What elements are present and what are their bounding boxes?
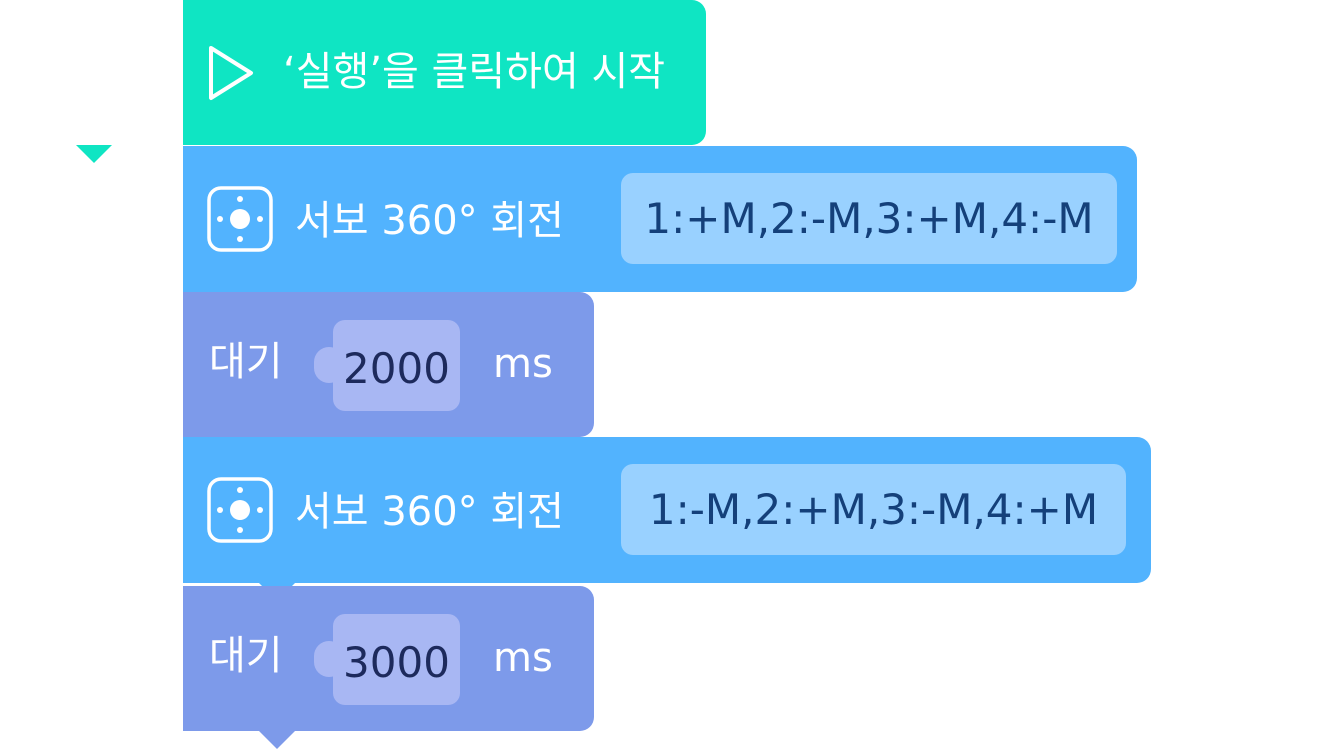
play-icon <box>207 44 255 106</box>
servo-rotate-block[interactable]: 서보 360° 회전 1:+M,2:-M,3:+M,4:-M <box>183 146 1137 310</box>
wait-unit-label: ms <box>493 341 553 387</box>
servo-block-label: 서보 360° 회전 <box>295 198 564 244</box>
servo-direction-field[interactable]: 1:+M,2:-M,3:+M,4:-M <box>621 173 1117 264</box>
servo-icon <box>207 186 273 256</box>
wait-duration-field[interactable]: 3000 <box>333 614 460 705</box>
wait-block-label: 대기 <box>209 633 283 679</box>
wait-block[interactable]: 대기 2000 ms <box>183 292 594 455</box>
servo-direction-field[interactable]: 1:-M,2:+M,3:-M,4:+M <box>621 464 1126 555</box>
wait-duration-field[interactable]: 2000 <box>333 320 460 411</box>
start-block-label: ‘실행’을 클릭하여 시작 <box>283 49 666 95</box>
servo-rotate-block[interactable]: 서보 360° 회전 1:-M,2:+M,3:-M,4:+M <box>183 437 1151 601</box>
servo-icon <box>207 477 273 547</box>
wait-block-notch <box>259 731 295 749</box>
wait-unit-label: ms <box>493 635 553 681</box>
wait-block[interactable]: 대기 3000 ms <box>183 586 594 749</box>
wait-block-label: 대기 <box>209 339 283 385</box>
start-block-notch <box>76 145 112 163</box>
servo-block-label: 서보 360° 회전 <box>295 489 564 535</box>
start-block[interactable]: ‘실행’을 클릭하여 시작 <box>183 0 706 145</box>
